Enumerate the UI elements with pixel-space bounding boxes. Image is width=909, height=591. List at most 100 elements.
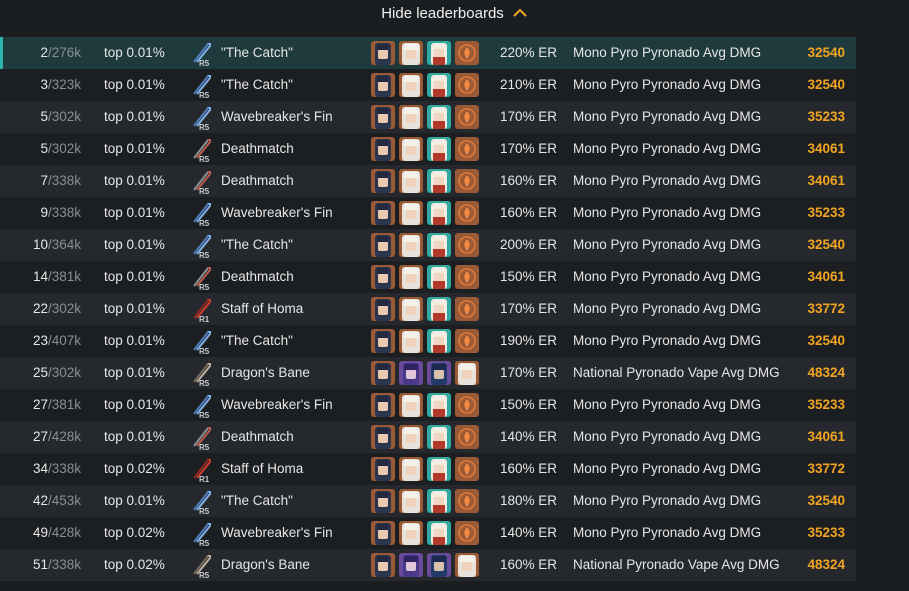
- party-avatar-1[interactable]: [371, 393, 395, 417]
- party-icons: [371, 553, 479, 577]
- party-avatar-1[interactable]: [371, 169, 395, 193]
- weapon-name: Staff of Homa: [221, 301, 304, 316]
- leaderboard-row[interactable]: 3/323k top 0.01% R5 "The Catch" 210% ER Mono …: [0, 69, 856, 101]
- party-avatar-2[interactable]: [399, 137, 423, 161]
- party-avatar-2[interactable]: [399, 393, 423, 417]
- party-avatar-4[interactable]: [455, 201, 479, 225]
- party-avatar-3[interactable]: [427, 41, 451, 65]
- party-avatar-1[interactable]: [371, 73, 395, 97]
- party-avatar-1[interactable]: [371, 361, 395, 385]
- leaderboard-row[interactable]: 27/428k top 0.01% R5 Deathmatch 140% ER Mono …: [0, 421, 856, 453]
- party-avatar-1[interactable]: [371, 329, 395, 353]
- top-percent: top 0.01%: [104, 141, 165, 156]
- leaderboard-row[interactable]: 49/428k top 0.02% R5 Wavebreaker's Fin 140% …: [0, 517, 856, 549]
- party-avatar-1[interactable]: [371, 105, 395, 129]
- weapon-name: Wavebreaker's Fin: [221, 109, 333, 124]
- party-avatar-2[interactable]: [399, 457, 423, 481]
- party-avatar-2[interactable]: [399, 201, 423, 225]
- party-avatar-4[interactable]: [455, 297, 479, 321]
- leaderboard-row[interactable]: 2/276k top 0.01% R5 "The Catch" 220% ER Mono …: [0, 37, 856, 69]
- leaderboard-row[interactable]: 22/302k top 0.01% R1 Staff of Homa 170% ER Mo…: [0, 293, 856, 325]
- party-avatar-3[interactable]: [427, 137, 451, 161]
- party-avatar-4[interactable]: [455, 361, 479, 385]
- party-avatar-4[interactable]: [455, 329, 479, 353]
- rank-cell: 2/276k: [40, 37, 81, 69]
- party-avatar-3[interactable]: [427, 169, 451, 193]
- party-avatar-1[interactable]: [371, 265, 395, 289]
- party-avatar-3[interactable]: [427, 457, 451, 481]
- party-avatar-4[interactable]: [455, 169, 479, 193]
- party-avatar-4[interactable]: [455, 553, 479, 577]
- leaderboard-row[interactable]: 5/302k top 0.01% R5 Wavebreaker's Fin 170% E…: [0, 101, 856, 133]
- party-avatar-2[interactable]: [399, 297, 423, 321]
- party-avatar-4[interactable]: [455, 233, 479, 257]
- leaderboard-row[interactable]: 7/338k top 0.01% R5 Deathmatch 160% ER Mono P…: [0, 165, 856, 197]
- rank-total: /302k: [47, 109, 81, 124]
- leaderboard-row[interactable]: 23/407k top 0.01% R5 "The Catch" 190% ER Mono…: [0, 325, 856, 357]
- party-avatar-3[interactable]: [427, 553, 451, 577]
- party-avatar-4[interactable]: [455, 521, 479, 545]
- party-avatar-2[interactable]: [399, 265, 423, 289]
- party-avatar-2[interactable]: [399, 41, 423, 65]
- party-avatar-1[interactable]: [371, 233, 395, 257]
- party-avatar-1[interactable]: [371, 137, 395, 161]
- party-avatar-4[interactable]: [455, 137, 479, 161]
- party-avatar-4[interactable]: [455, 457, 479, 481]
- party-avatar-2[interactable]: [399, 553, 423, 577]
- party-avatar-1[interactable]: [371, 553, 395, 577]
- party-avatar-1[interactable]: [371, 489, 395, 513]
- party-avatar-4[interactable]: [455, 265, 479, 289]
- weapon-icon: R5: [189, 329, 215, 356]
- party-avatar-4[interactable]: [455, 105, 479, 129]
- leaderboard-row[interactable]: 42/453k top 0.01% R5 "The Catch" 180% ER Mono…: [0, 485, 856, 517]
- party-avatar-2[interactable]: [399, 521, 423, 545]
- leaderboard-row[interactable]: 5/302k top 0.01% R5 Deathmatch 170% ER Mono P…: [0, 133, 856, 165]
- party-avatar-2[interactable]: [399, 489, 423, 513]
- party-avatar-3[interactable]: [427, 329, 451, 353]
- party-avatar-1[interactable]: [371, 521, 395, 545]
- party-avatar-1[interactable]: [371, 41, 395, 65]
- party-avatar-3[interactable]: [427, 201, 451, 225]
- party-avatar-3[interactable]: [427, 73, 451, 97]
- leaderboard-row[interactable]: 14/381k top 0.01% R5 Deathmatch 150% ER Mono …: [0, 261, 856, 293]
- party-avatar-3[interactable]: [427, 265, 451, 289]
- party-avatar-3[interactable]: [427, 105, 451, 129]
- party-avatar-2[interactable]: [399, 105, 423, 129]
- hide-leaderboards-toggle[interactable]: Hide leaderboards: [0, 0, 909, 26]
- party-avatar-2[interactable]: [399, 329, 423, 353]
- party-avatar-2[interactable]: [399, 169, 423, 193]
- top-percent: top 0.01%: [104, 205, 165, 220]
- leaderboard-row[interactable]: 10/364k top 0.01% R5 "The Catch" 200% ER Mono…: [0, 229, 856, 261]
- party-avatar-3[interactable]: [427, 393, 451, 417]
- rank-value: 27: [32, 397, 48, 412]
- party-icons: [371, 265, 479, 289]
- party-avatar-4[interactable]: [455, 73, 479, 97]
- leaderboard-row[interactable]: 34/338k top 0.02% R1 Staff of Homa 160% ER Mo…: [0, 453, 856, 485]
- party-avatar-3[interactable]: [427, 521, 451, 545]
- party-avatar-1[interactable]: [371, 425, 395, 449]
- party-avatar-1[interactable]: [371, 457, 395, 481]
- party-avatar-1[interactable]: [371, 201, 395, 225]
- party-avatar-3[interactable]: [427, 425, 451, 449]
- party-avatar-4[interactable]: [455, 489, 479, 513]
- weapon-name: Wavebreaker's Fin: [221, 525, 333, 540]
- party-avatar-2[interactable]: [399, 425, 423, 449]
- party-avatar-2[interactable]: [399, 233, 423, 257]
- party-avatar-4[interactable]: [455, 41, 479, 65]
- party-avatar-4[interactable]: [455, 393, 479, 417]
- party-avatar-3[interactable]: [427, 297, 451, 321]
- party-avatar-3[interactable]: [427, 361, 451, 385]
- rank-total: /381k: [47, 397, 81, 412]
- party-avatar-4[interactable]: [455, 425, 479, 449]
- party-avatar-3[interactable]: [427, 489, 451, 513]
- leaderboard-row[interactable]: 9/338k top 0.01% R5 Wavebreaker's Fin 160% E…: [0, 197, 856, 229]
- party-avatar-2[interactable]: [399, 73, 423, 97]
- party-avatar-1[interactable]: [371, 297, 395, 321]
- leaderboard-row[interactable]: 27/381k top 0.01% R5 Wavebreaker's Fin 150% …: [0, 389, 856, 421]
- weapon-name: "The Catch": [221, 493, 293, 508]
- energy-recharge: 170% ER: [500, 365, 558, 380]
- leaderboard-row[interactable]: 51/338k top 0.02% R5 Dragon's Bane 160% ER Na…: [0, 549, 856, 581]
- party-avatar-2[interactable]: [399, 361, 423, 385]
- party-avatar-3[interactable]: [427, 233, 451, 257]
- leaderboard-row[interactable]: 25/302k top 0.01% R5 Dragon's Bane 170% ER Na…: [0, 357, 856, 389]
